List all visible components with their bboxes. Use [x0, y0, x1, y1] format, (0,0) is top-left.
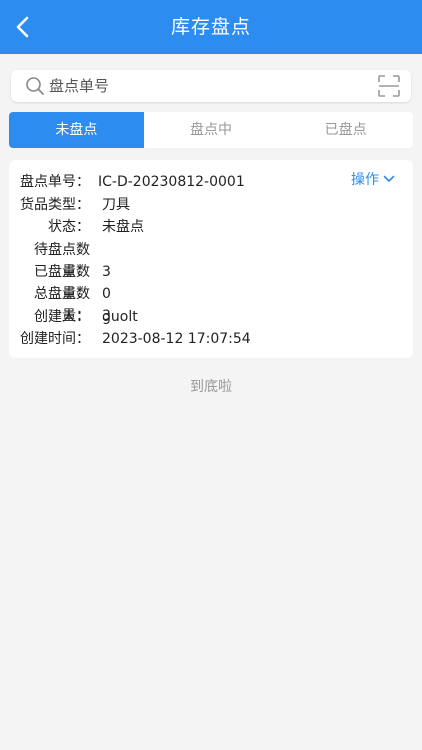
- field-creator: 创建人： guolt: [9, 306, 138, 328]
- field-label: 状态：: [48, 219, 90, 235]
- inventory-card[interactable]: 操作 盘点单号： IC-D-20230812-0001 货品类型： 刀具 状态： 未盘…: [9, 160, 413, 358]
- field-value: 未盘点: [102, 219, 144, 235]
- field-total-qty: 总盘点数量： 3: [9, 283, 111, 324]
- scan-icon[interactable]: [377, 74, 401, 98]
- field-order-no: 盘点单号： IC-D-20230812-0001: [9, 171, 245, 193]
- operation-label: 操作: [351, 172, 379, 188]
- search-icon[interactable]: [25, 76, 45, 96]
- field-value: IC-D-20230812-0001: [98, 174, 245, 190]
- field-label: 货品类型：: [20, 197, 90, 213]
- operation-dropdown[interactable]: 操作: [351, 169, 395, 189]
- field-label: 创建时间：: [20, 331, 90, 347]
- app-header: 库存盘点: [0, 0, 422, 54]
- field-counted-qty: 已盘点数量： 0: [9, 261, 111, 302]
- tab-counting[interactable]: 盘点中: [144, 112, 279, 148]
- status-tabs: 未盘点 盘点中 已盘点: [9, 112, 413, 148]
- field-status: 状态： 未盘点: [9, 216, 144, 238]
- chevron-down-icon: [383, 175, 395, 182]
- field-value: 刀具: [102, 197, 130, 213]
- field-created-time: 创建时间： 2023-08-12 17:07:54: [9, 328, 251, 350]
- field-label: 创建人：: [34, 309, 90, 325]
- search-bar: [11, 70, 411, 102]
- field-pending-qty: 待盘点数量： 3: [9, 239, 111, 280]
- page-title: 库存盘点: [170, 16, 251, 38]
- field-label: 盘点单号：: [20, 174, 90, 190]
- tab-not-counted[interactable]: 未盘点: [9, 112, 144, 148]
- field-value: guolt: [102, 309, 138, 325]
- tab-counted[interactable]: 已盘点: [278, 112, 413, 148]
- field-value: 2023-08-12 17:07:54: [102, 331, 251, 347]
- search-input[interactable]: [49, 73, 369, 99]
- end-of-list-text: 到底啦: [190, 379, 232, 395]
- field-goods-type: 货品类型： 刀具: [9, 194, 130, 216]
